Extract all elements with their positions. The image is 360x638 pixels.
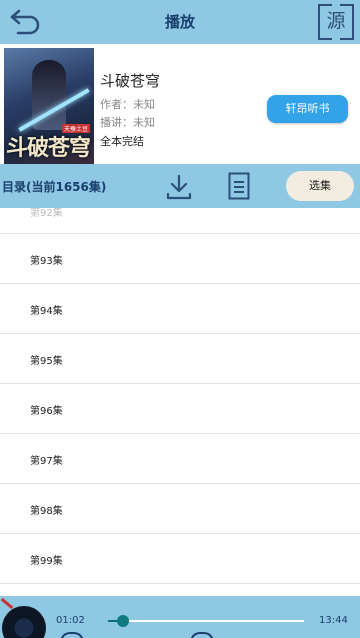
player-bar: 01:02 13:44 xyxy=(0,596,360,638)
select-episodes-button[interactable]: 选集 xyxy=(286,171,354,201)
album-disc[interactable] xyxy=(0,597,46,638)
document-list-icon[interactable] xyxy=(228,172,250,200)
list-item[interactable]: 第97集 xyxy=(0,434,360,484)
play-control-icon[interactable] xyxy=(190,632,214,638)
current-time: 01:02 xyxy=(56,615,85,626)
episode-label: 第94集 xyxy=(30,306,63,317)
episode-list: 第92集 第93集 第94集 第95集 第96集 第97集 第98集 第99集 xyxy=(0,208,360,596)
cover-title-text: 斗破苍穹 xyxy=(6,135,91,161)
book-narrator: 播讲：未知 xyxy=(100,116,155,129)
episode-label: 第98集 xyxy=(30,506,63,517)
list-item[interactable]: 第98集 xyxy=(0,484,360,534)
book-status: 全本完结 xyxy=(100,135,144,148)
total-time: 13:44 xyxy=(319,615,348,626)
list-item[interactable]: 第94集 xyxy=(0,284,360,334)
book-info-panel: 天蚕土豆 斗破苍穹 斗破苍穹 作者：未知 播讲：未知 全本完结 轩昂听书 xyxy=(0,44,360,164)
book-cover[interactable]: 天蚕土豆 斗破苍穹 xyxy=(4,48,94,164)
xuanyuan-listen-button[interactable]: 轩昂听书 xyxy=(267,95,348,123)
list-item[interactable]: 第92集 xyxy=(0,208,360,234)
book-author: 作者：未知 xyxy=(100,98,155,111)
episode-label: 第92集 xyxy=(30,208,63,219)
page-title: 播放 xyxy=(164,13,195,31)
prev-control-icon[interactable] xyxy=(60,632,84,638)
disc-needle xyxy=(0,597,14,610)
progress-slider[interactable] xyxy=(108,615,304,627)
source-button[interactable]: 源 xyxy=(318,4,354,40)
download-icon[interactable] xyxy=(166,174,192,200)
list-item[interactable]: 第96集 xyxy=(0,384,360,434)
top-bar: 播放 源 xyxy=(0,0,360,44)
list-item[interactable]: 第99集 xyxy=(0,534,360,584)
list-item[interactable]: 第93集 xyxy=(0,234,360,284)
book-title: 斗破苍穹 xyxy=(100,72,161,90)
episode-label: 第95集 xyxy=(30,356,63,367)
episode-label: 第96集 xyxy=(30,406,63,417)
episode-label: 第93集 xyxy=(30,256,63,267)
catalog-title: 目录(当前1656集) xyxy=(2,180,107,194)
episode-label: 第99集 xyxy=(30,556,63,567)
progress-knob[interactable] xyxy=(116,615,129,627)
list-item[interactable]: 第95集 xyxy=(0,334,360,384)
episode-label: 第97集 xyxy=(30,456,63,467)
catalog-bar: 目录(当前1656集) 选集 xyxy=(0,164,360,208)
